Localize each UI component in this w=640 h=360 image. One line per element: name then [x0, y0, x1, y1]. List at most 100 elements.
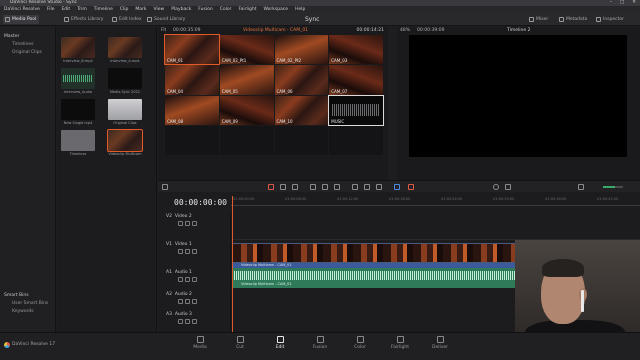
flag-icon[interactable] — [394, 184, 400, 190]
keywords-bin[interactable]: Keywords — [0, 308, 56, 316]
video-clip-multicam[interactable] — [232, 243, 542, 263]
multicam-angle-music[interactable]: MUSIC — [328, 94, 384, 126]
multicam-angle-cam-05[interactable]: CAM_05 — [219, 65, 274, 95]
replace-clip-icon[interactable] — [334, 184, 340, 190]
menu-timeline[interactable]: Timeline — [94, 6, 113, 13]
menu-trim[interactable]: Trim — [77, 6, 87, 13]
menu-davinci-resolve[interactable]: DaVinci Resolve — [4, 6, 40, 13]
resolve-logo-icon — [4, 342, 10, 348]
multicam-angle-cam-02-pt1[interactable]: CAM_02_Pt1 — [219, 35, 274, 65]
visibility-icon[interactable] — [192, 221, 197, 226]
overwrite-clip-icon[interactable] — [322, 184, 328, 190]
page-fusion[interactable]: Fusion — [300, 336, 340, 350]
folder-original-clips[interactable]: Original Clips — [108, 99, 142, 125]
edit-page-icon — [276, 336, 284, 343]
clip-interview-b[interactable]: Interview_B.mp4 — [61, 37, 95, 63]
mute-icon[interactable] — [192, 319, 197, 324]
menu-file[interactable]: File — [47, 6, 55, 13]
menu-workspace[interactable]: Workspace — [263, 6, 288, 13]
multicam-angle-cam-10[interactable]: CAM_10 — [274, 95, 329, 125]
clip-new-single[interactable]: New Single mp4 — [61, 99, 95, 125]
source-left-timecode: 00:00:35:09 — [173, 28, 201, 33]
audio-volume-slider[interactable] — [603, 186, 623, 188]
clip-interview-a[interactable]: Interview_A.mp4 — [108, 37, 142, 63]
visibility-icon[interactable] — [192, 249, 197, 254]
menu-color[interactable]: Color — [220, 6, 232, 13]
speaker-icon[interactable] — [578, 184, 584, 190]
solo-icon[interactable] — [185, 299, 190, 304]
page-fairlight[interactable]: Fairlight — [380, 336, 420, 350]
zoom-full-icon[interactable] — [493, 184, 499, 190]
track-lane-v2[interactable] — [232, 214, 640, 240]
mixer-button[interactable]: Mixer — [527, 15, 551, 24]
page-deliver[interactable]: Deliver — [420, 336, 460, 350]
timeline-playhead[interactable] — [232, 196, 233, 332]
lock-icon[interactable] — [178, 319, 183, 324]
menu-view[interactable]: View — [154, 6, 165, 13]
multicam-angle-cam-04[interactable]: CAM_04 — [165, 65, 219, 95]
menu-help[interactable]: Help — [295, 6, 305, 13]
menu-edit[interactable]: Edit — [61, 6, 70, 13]
multicam-angle-cam-06[interactable]: CAM_06 — [274, 65, 329, 95]
mute-icon[interactable] — [192, 277, 197, 282]
menu-playback[interactable]: Playback — [171, 6, 191, 13]
timeline-zoom[interactable]: 48% — [400, 28, 410, 33]
user-smart-bins[interactable]: User Smart Bins — [0, 300, 56, 308]
position-lock-icon[interactable] — [376, 184, 382, 190]
page-media[interactable]: Media — [180, 336, 220, 350]
snapping-icon[interactable] — [352, 184, 358, 190]
source-clip-name[interactable]: Videoclip Multicam - CAM_01 — [243, 27, 308, 35]
clip-videoclip-multicam[interactable]: Videoclip Multicam — [107, 129, 143, 156]
menu-fairlight[interactable]: Fairlight — [238, 6, 256, 13]
inspector-button[interactable]: Inspector — [594, 15, 627, 24]
selection-tool-icon[interactable] — [268, 184, 274, 190]
solo-icon[interactable] — [185, 319, 190, 324]
auto-select-icon[interactable] — [185, 249, 190, 254]
angle-label: CAM_05 — [221, 88, 238, 94]
timeline-toolbar — [158, 180, 640, 192]
menu-clip[interactable]: Clip — [120, 6, 129, 13]
metadata-button[interactable]: Metadata — [557, 15, 590, 24]
linked-selection-icon[interactable] — [364, 184, 370, 190]
folder-timelines[interactable]: Timelines — [61, 130, 95, 156]
effects-library-button[interactable]: Effects Library — [62, 15, 106, 24]
multicam-angle-cam-07[interactable]: CAM_07 — [329, 65, 383, 95]
menu-mark[interactable]: Mark — [135, 6, 146, 13]
media-pool-button[interactable]: Media Pool — [3, 15, 40, 24]
lock-icon[interactable] — [178, 299, 183, 304]
multicam-angle-cam-02-pt2[interactable]: CAM_02_Pt2 — [274, 35, 329, 65]
clip-interview-audio[interactable]: Interview_Audio — [61, 68, 95, 94]
timeline-name[interactable]: Timeline 2 — [507, 27, 530, 35]
lock-icon[interactable] — [178, 249, 183, 254]
bin-original-clips[interactable]: Original Clips — [0, 49, 55, 57]
solo-icon[interactable] — [185, 277, 190, 282]
marker-icon[interactable] — [408, 184, 414, 190]
lock-icon[interactable] — [178, 221, 183, 226]
sound-library-button[interactable]: Sound Library — [145, 15, 188, 24]
multicam-angle-cam-08[interactable]: CAM_08 — [165, 95, 219, 125]
menu-fusion[interactable]: Fusion — [198, 6, 212, 13]
trim-tool-icon[interactable] — [280, 184, 286, 190]
page-edit[interactable]: Edit — [260, 333, 300, 355]
mute-icon[interactable] — [192, 299, 197, 304]
multicam-angle-cam-09[interactable]: CAM_09 — [219, 95, 274, 125]
page-color[interactable]: Color — [340, 336, 380, 350]
page-cut[interactable]: Cut — [220, 336, 260, 350]
zoom-detail-icon[interactable] — [505, 184, 511, 190]
insert-clip-icon[interactable] — [310, 184, 316, 190]
auto-select-icon[interactable] — [185, 221, 190, 226]
bin-timelines[interactable]: Timelines — [0, 41, 55, 49]
bin-master[interactable]: Master — [0, 33, 55, 41]
multicam-empty-cell — [165, 125, 219, 155]
edit-index-button[interactable]: Edit Index — [110, 15, 145, 24]
source-zoom[interactable]: Fit — [161, 28, 166, 33]
lock-icon[interactable] — [178, 277, 183, 282]
timeline-ruler[interactable]: 01:00:00:00 01:00:06:00 01:00:12:00 01:00:1… — [231, 196, 640, 206]
multicam-angle-cam-03[interactable]: CAM_03 — [329, 35, 383, 65]
timeline-view-icon[interactable] — [162, 184, 168, 190]
clip-media-sync[interactable]: Media Sync 2021 — [108, 68, 142, 94]
multicam-angle-cam-01[interactable]: CAM_01 — [164, 33, 220, 66]
earphone-cable — [581, 290, 584, 312]
smart-bins-header[interactable]: Smart Bins — [0, 292, 56, 300]
blade-tool-icon[interactable] — [292, 184, 298, 190]
